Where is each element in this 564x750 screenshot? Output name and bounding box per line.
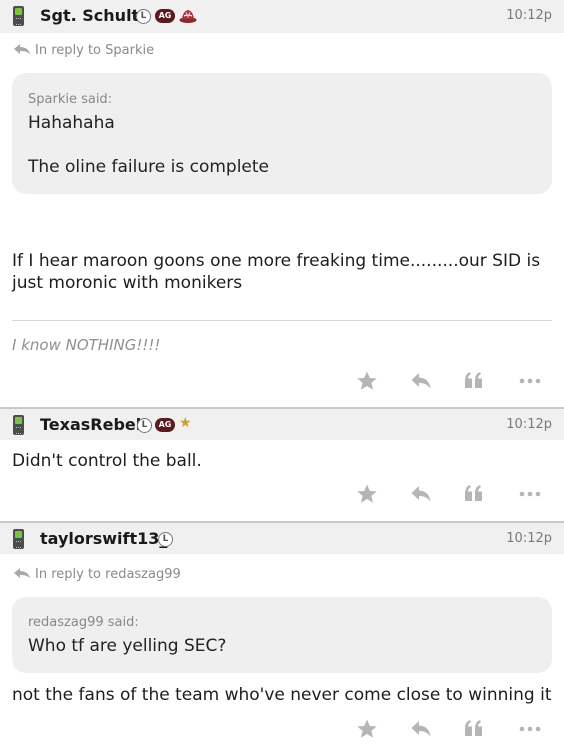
star-icon[interactable] [356, 718, 378, 740]
post-time: 10:12p [506, 417, 552, 432]
quote-icon[interactable] [463, 370, 485, 392]
username[interactable]: Sgt. Schultz [40, 6, 149, 25]
post-actions [0, 483, 564, 509]
more-icon[interactable] [518, 483, 542, 505]
reply-arrow-icon [14, 44, 30, 54]
quote-line: Hahahaha [28, 113, 115, 133]
more-icon[interactable] [518, 718, 542, 740]
signature: I know NOTHING!!!! [12, 336, 161, 354]
post-actions [0, 718, 564, 744]
post-actions [0, 370, 564, 396]
post-body: Didn't control the ball. [12, 451, 202, 471]
post: TexasRebel L AG ★ 10:12p Didn't control … [0, 407, 564, 521]
quote-block[interactable]: redaszag99 said: Who tf are yelling SEC? [12, 597, 552, 673]
ag-badge: AG [155, 418, 175, 432]
star-badge-icon: ★ [179, 415, 192, 431]
lifetime-badge: L [137, 418, 152, 433]
lifetime-badge: L [158, 532, 173, 547]
reply-arrow-icon [14, 568, 30, 578]
ag-badge: AG [155, 9, 175, 23]
post-time: 10:12p [506, 8, 552, 23]
lifetime-badge: L [136, 9, 151, 24]
post-header: taylorswift13_ L 10:12p [0, 521, 564, 554]
signature-divider [12, 320, 552, 321]
quote-author: Sparkie said: [28, 92, 113, 107]
mobile-phone-icon [13, 6, 24, 26]
reply-icon[interactable] [410, 370, 432, 392]
username[interactable]: TexasRebel [40, 415, 141, 434]
quote-icon[interactable] [463, 483, 485, 505]
quote-line: Who tf are yelling SEC? [28, 636, 227, 656]
more-icon[interactable] [518, 370, 542, 392]
post: taylorswift13_ L 10:12p In reply to reda… [0, 521, 564, 750]
campaign-hat-icon [179, 10, 197, 23]
post-header: Sgt. Schultz L AG 10:12p [0, 0, 564, 33]
in-reply-to-text: In reply to redaszag99 [35, 567, 181, 582]
in-reply-to-link[interactable]: In reply to redaszag99 [13, 567, 181, 582]
quote-block[interactable]: Sparkie said: Hahahaha The oline failure… [12, 73, 552, 194]
post-body: not the fans of the team who've never co… [12, 685, 552, 705]
post-body: If I hear maroon goons one more freaking… [12, 251, 541, 293]
reply-icon[interactable] [410, 483, 432, 505]
in-reply-to-link[interactable]: In reply to Sparkie [13, 43, 154, 58]
post-header: TexasRebel L AG ★ 10:12p [0, 407, 564, 440]
quote-icon[interactable] [463, 718, 485, 740]
star-icon[interactable] [356, 370, 378, 392]
quote-line: The oline failure is complete [28, 157, 269, 177]
mobile-phone-icon [13, 529, 24, 549]
star-icon[interactable] [356, 483, 378, 505]
mobile-phone-icon [13, 415, 24, 435]
quote-author: redaszag99 said: [28, 615, 139, 630]
in-reply-to-text: In reply to Sparkie [35, 43, 155, 58]
username[interactable]: taylorswift13_ [40, 529, 167, 548]
reply-icon[interactable] [410, 718, 432, 740]
post-time: 10:12p [506, 531, 552, 546]
post: Sgt. Schultz L AG 10:12p In reply to Spa… [0, 0, 564, 407]
